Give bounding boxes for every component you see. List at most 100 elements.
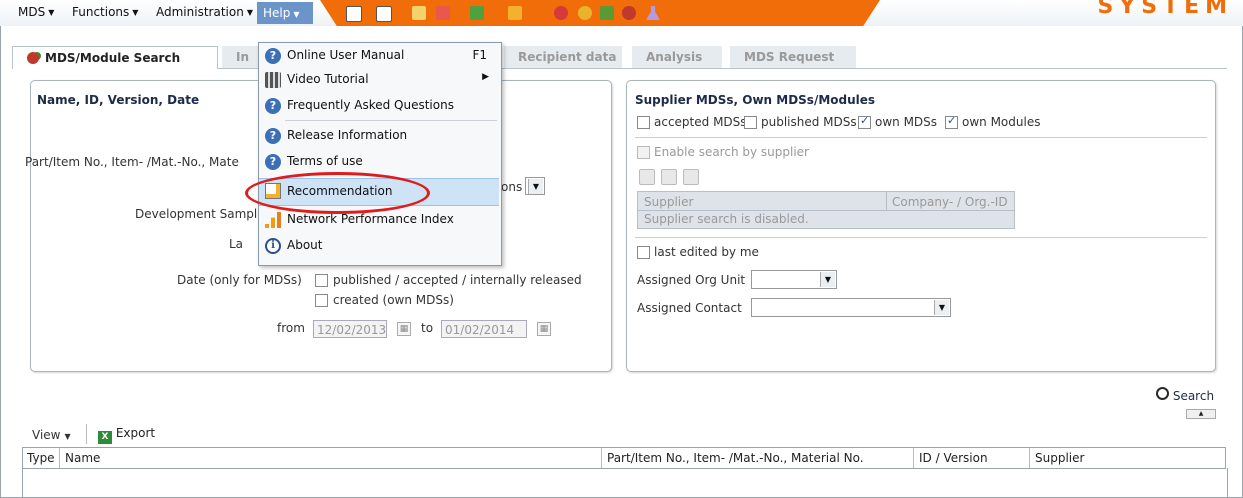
menu-release-information[interactable]: ? Release Information	[259, 125, 499, 147]
created-checkbox[interactable]	[315, 294, 328, 307]
menu-online-user-manual[interactable]: ? Online User Manual F1	[259, 45, 499, 67]
signal-bars-icon	[265, 212, 281, 228]
published-mds-checkbox[interactable]	[744, 116, 757, 129]
menu-mds[interactable]: MDS ▼	[18, 5, 54, 19]
menu-item-label: About	[287, 238, 323, 252]
column-supplier[interactable]: Supplier	[1035, 451, 1084, 465]
menu-mds-label: MDS	[18, 5, 46, 19]
menu-item-label: Online User Manual	[287, 48, 405, 62]
contact-select[interactable]: ▼	[751, 298, 951, 317]
from-label: from	[277, 321, 305, 335]
tab-label: MDS Request	[744, 50, 835, 64]
column-part-no[interactable]: Part/Item No., Item- /Mat.-No., Material…	[607, 451, 864, 465]
view-label: View	[32, 428, 61, 442]
calendar-icon[interactable]: ▦	[397, 322, 411, 336]
view-menu[interactable]: View ▼	[32, 428, 71, 442]
last-edited-checkbox[interactable]	[637, 246, 650, 259]
save-icon[interactable]	[376, 6, 392, 22]
search-label: Search	[1172, 389, 1215, 403]
menu-item-label: Frequently Asked Questions	[287, 98, 454, 112]
column-name[interactable]: Name	[65, 451, 100, 465]
own-mds-label: own MDSs	[875, 115, 938, 129]
from-date-input[interactable]: 12/02/2013	[313, 320, 387, 338]
upload-icon[interactable]	[508, 6, 522, 20]
column-type[interactable]: Type	[27, 451, 55, 465]
menu-administration[interactable]: Administration ▼	[156, 5, 253, 19]
tab-recipient-data[interactable]: Recipient data	[504, 46, 622, 68]
remove-supplier-icon[interactable]	[661, 169, 677, 185]
help-question-icon: ?	[265, 98, 281, 114]
menu-network-performance-index[interactable]: Network Performance Index	[259, 209, 499, 231]
published-checkbox[interactable]	[315, 274, 328, 287]
menu-administration-label: Administration	[156, 5, 244, 19]
column-id-version[interactable]: ID / Version	[919, 451, 988, 465]
molecule-icon[interactable]	[600, 6, 614, 20]
results-table-body	[22, 468, 1228, 498]
yellow-ball-icon[interactable]	[578, 6, 592, 20]
tab-in[interactable]: In	[222, 46, 262, 68]
column-separator	[1029, 448, 1030, 468]
download-icon[interactable]	[470, 6, 484, 20]
save-icon[interactable]	[683, 169, 699, 185]
tab-bar: MDS/Module Search In Recipient data Anal…	[12, 46, 1227, 69]
created-option-label: created (own MDSs)	[333, 293, 454, 307]
accepted-mds-checkbox[interactable]	[637, 116, 650, 129]
pdf-icon[interactable]	[436, 6, 450, 20]
menu-terms-of-use[interactable]: ? Terms of use	[259, 151, 499, 173]
column-separator	[913, 448, 914, 468]
brand-logo: SYSTEM	[1097, 0, 1233, 19]
help-question-icon: ?	[265, 128, 281, 144]
fruit-icon[interactable]	[622, 6, 636, 20]
contact-label: Assigned Contact	[637, 301, 742, 315]
own-mds-checkbox[interactable]	[858, 114, 871, 129]
menu-functions[interactable]: Functions ▼	[72, 5, 138, 19]
company-column-header: Company- / Org.-ID	[892, 195, 1008, 209]
chevron-down-icon: ▼	[820, 272, 835, 287]
panel-title: Supplier MDSs, Own MDSs/Modules	[635, 93, 876, 107]
menu-separator	[285, 120, 497, 121]
published-option-label: published / accepted / internally releas…	[333, 273, 582, 287]
collapse-icon[interactable]: ▲	[1186, 409, 1216, 419]
chevron-down-icon: ▼	[132, 8, 139, 17]
menu-faq[interactable]: ? Frequently Asked Questions	[259, 95, 499, 117]
help-question-icon: ?	[265, 154, 281, 170]
search-icon	[1156, 387, 1169, 400]
options-dropdown[interactable]: ▼	[525, 177, 545, 195]
edit-icon[interactable]	[412, 6, 426, 20]
menu-item-label: Terms of use	[287, 154, 363, 168]
new-document-icon[interactable]	[346, 6, 362, 22]
search-button[interactable]: Search	[1156, 387, 1214, 403]
shortcut-label: F1	[472, 48, 487, 62]
tab-mds-module-search[interactable]: MDS/Module Search	[12, 46, 218, 69]
menu-item-label: Network Performance Index	[287, 212, 454, 226]
add-supplier-icon[interactable]	[639, 169, 655, 185]
tab-analysis[interactable]: Analysis	[632, 46, 722, 68]
stop-icon[interactable]	[554, 6, 568, 20]
chevron-down-icon: ▼	[293, 10, 300, 19]
export-button[interactable]: X Export	[98, 426, 155, 444]
menu-video-tutorial[interactable]: Video Tutorial ▶	[259, 69, 499, 91]
menu-help[interactable]: Help ▼	[257, 2, 313, 24]
film-icon	[265, 72, 281, 88]
calendar-icon[interactable]: ▦	[537, 322, 551, 336]
tab-label: In	[236, 50, 250, 64]
supplier-disabled-text: Supplier search is disabled.	[644, 212, 809, 226]
to-date-input[interactable]: 01/02/2014	[441, 320, 527, 338]
chevron-down-icon: ▼	[48, 8, 55, 17]
accepted-mds-label: accepted MDSs	[654, 115, 747, 129]
submenu-arrow-icon: ▶	[482, 72, 489, 82]
published-mds-label: published MDSs	[761, 115, 857, 129]
menu-about[interactable]: i About	[259, 235, 499, 257]
column-separator	[601, 448, 602, 468]
tab-mds-request[interactable]: MDS Request	[730, 46, 856, 68]
org-unit-select[interactable]: ▼	[751, 270, 837, 289]
enable-supplier-checkbox[interactable]	[637, 146, 650, 159]
column-separator	[59, 448, 60, 468]
supplier-column-header: Supplier	[644, 195, 694, 209]
options-label: ons	[501, 180, 523, 194]
own-modules-checkbox[interactable]	[945, 114, 958, 129]
tab-label: Analysis	[646, 50, 703, 64]
supplier-table: Supplier Company- / Org.-ID Supplier sea…	[637, 191, 1015, 229]
highlight-annotation	[245, 172, 430, 214]
divider	[635, 137, 1207, 138]
